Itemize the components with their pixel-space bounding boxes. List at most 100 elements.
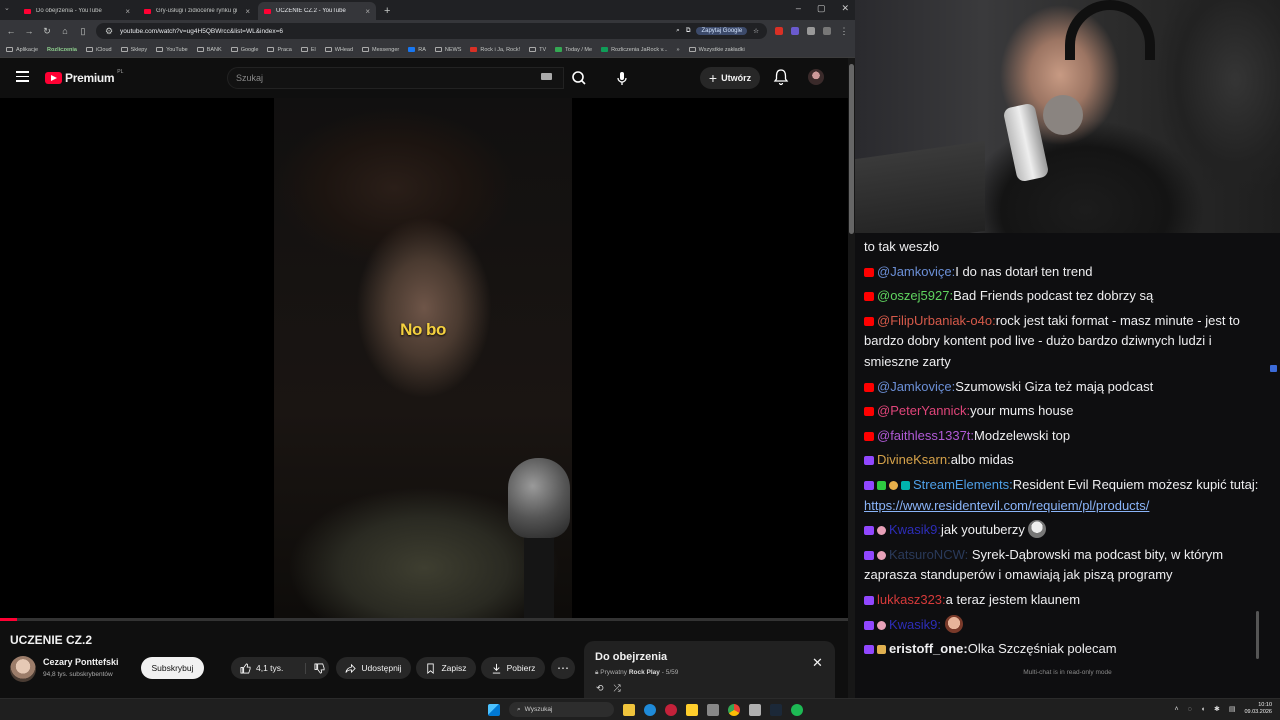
minimize-icon[interactable]: – xyxy=(796,3,801,14)
save-button[interactable]: Zapisz xyxy=(416,657,476,679)
bookmark-rock[interactable]: Rock i Ja, Rock! xyxy=(470,47,520,53)
bookmark-folder[interactable]: Sklepy xyxy=(120,47,147,53)
chat-marker-icon xyxy=(1270,365,1277,372)
tab-close-icon[interactable]: × xyxy=(125,7,130,16)
clock[interactable]: 10:10 09.03.2026 xyxy=(1244,702,1272,716)
menu-kebab-icon[interactable]: ⋮ xyxy=(839,26,849,37)
bookmark-ra[interactable]: RA xyxy=(408,47,426,53)
maximize-icon[interactable]: ▢ xyxy=(817,3,826,14)
extensions-puzzle-icon[interactable] xyxy=(807,27,815,35)
folder-icon xyxy=(300,47,308,52)
create-button[interactable]: + Utwórz xyxy=(700,67,760,89)
home-icon[interactable]: ⌂ xyxy=(60,26,70,36)
bookmark-rozliczenia[interactable]: Rozliczenia xyxy=(47,47,77,53)
tab-do-obejrzenia[interactable]: Do obejrzenia - YouTube × xyxy=(18,2,136,20)
chat-link[interactable]: https://www.residentevil.com/requiem/pl/… xyxy=(864,498,1149,513)
taskbar-search[interactable]: ⌕ Wyszukaj xyxy=(509,702,614,717)
bookmark-apps[interactable]: Aplikacje xyxy=(6,47,38,53)
tab-uczenie-cz2[interactable]: UCZENIE CZ.2 - YouTube × xyxy=(258,2,376,20)
chrome-icon[interactable] xyxy=(728,703,740,716)
youtube-premium-logo[interactable]: Premium PL xyxy=(45,69,123,85)
bookmark-folder[interactable]: Google xyxy=(230,47,258,53)
bookmark-folder[interactable]: YouTube xyxy=(156,47,188,53)
windows-start-icon[interactable] xyxy=(488,703,500,716)
loop-icon[interactable]: ⟲ xyxy=(596,683,604,694)
edge-icon[interactable] xyxy=(644,703,656,716)
bookmark-folder[interactable]: iCloud xyxy=(85,47,112,53)
notifications-button[interactable] xyxy=(773,68,789,86)
new-tab-button[interactable]: + xyxy=(384,2,390,20)
cast-icon[interactable]: ⧉ xyxy=(686,27,691,35)
zoom-icon[interactable]: ⌕ xyxy=(676,27,680,35)
hamburger-menu-icon[interactable] xyxy=(16,71,29,82)
twitch-icon xyxy=(864,595,874,605)
account-avatar[interactable] xyxy=(808,69,824,85)
forward-icon[interactable]: → xyxy=(24,26,34,36)
like-button[interactable]: 4,1 tys. xyxy=(240,663,283,674)
bookmark-folder[interactable]: El xyxy=(300,47,316,53)
bookmark-folder[interactable]: Messenger xyxy=(362,47,399,53)
dislike-button[interactable] xyxy=(305,662,325,674)
extension-icon[interactable] xyxy=(791,27,799,35)
steam-icon[interactable] xyxy=(770,703,782,716)
bookmark-today[interactable]: Today / Me xyxy=(555,47,592,53)
bookmark-all[interactable]: Wszystkie zakładki xyxy=(688,47,745,53)
playlist-title[interactable]: Do obejrzenia xyxy=(595,651,667,663)
chat-message: Kwasik9: xyxy=(864,614,1259,636)
profile-icon[interactable] xyxy=(823,27,831,35)
keyboard-icon[interactable] xyxy=(541,73,552,80)
bookmark-folder[interactable]: Praca xyxy=(267,47,292,53)
video-player[interactable]: No bo xyxy=(0,98,848,620)
bookmark-rozliczenia-jarock[interactable]: Rozliczenia JaRock v... xyxy=(601,47,668,53)
more-actions-button[interactable]: ⋯ xyxy=(551,657,575,679)
tab-close-icon[interactable]: × xyxy=(365,7,370,16)
progress-bar[interactable] xyxy=(0,618,848,621)
search-input[interactable]: Szukaj xyxy=(227,67,564,89)
extension-icon[interactable] xyxy=(775,27,783,35)
bookmark-folder[interactable]: BANK xyxy=(196,47,222,53)
share-button[interactable]: Udostępnij xyxy=(336,657,411,679)
video-frame[interactable]: No bo xyxy=(274,98,572,618)
close-window-icon[interactable]: ✕ xyxy=(841,3,849,14)
channel-name[interactable]: Cezary Ponttefski xyxy=(43,657,119,667)
browser-window: ⌄ Do obejrzenia - YouTube × Gry-usługi i… xyxy=(0,0,855,698)
playlist-owner[interactable]: Rock Play xyxy=(629,669,660,676)
download-button[interactable]: Pobierz xyxy=(481,657,545,679)
subscribe-button[interactable]: Subskrybuj xyxy=(141,657,204,679)
close-icon[interactable]: ✕ xyxy=(812,655,823,671)
voice-search-button[interactable] xyxy=(612,68,632,88)
site-info-icon[interactable]: ⚙ xyxy=(104,26,114,37)
url-text[interactable]: youtube.com/watch?v=ug4H5QBWrcc&list=WL&… xyxy=(120,28,670,35)
address-bar[interactable]: ⚙ youtube.com/watch?v=ug4H5QBWrcc&list=W… xyxy=(96,23,767,39)
sidebar-icon[interactable]: ▯ xyxy=(78,26,88,37)
page-scrollbar[interactable] xyxy=(848,58,855,698)
tab-gry-uslugi[interactable]: Gry-usługi i zidiocenie rynku gi × xyxy=(138,2,256,20)
bookmark-star-icon[interactable]: ☆ xyxy=(753,27,759,35)
bookmark-folder[interactable]: NEWS xyxy=(434,47,461,53)
channel-avatar[interactable] xyxy=(10,656,36,682)
volume-icon[interactable]: ◖ xyxy=(1201,706,1205,713)
app-icon[interactable] xyxy=(749,703,761,716)
more-bookmarks-icon[interactable]: » xyxy=(677,47,680,53)
bookmark-folder[interactable]: WHead xyxy=(324,47,353,53)
tab-search-icon[interactable]: ⌄ xyxy=(4,4,10,12)
opera-icon[interactable] xyxy=(665,703,677,716)
tab-close-icon[interactable]: × xyxy=(245,7,250,16)
network-icon[interactable]: ◌ xyxy=(1188,706,1192,713)
notes-icon[interactable] xyxy=(686,703,698,716)
bookmark-folder[interactable]: TV xyxy=(529,47,546,53)
more-horizontal-icon: ⋯ xyxy=(557,661,569,675)
shuffle-icon[interactable]: ⤮ xyxy=(614,683,621,694)
reload-icon[interactable]: ↻ xyxy=(42,26,52,37)
tray-expand-icon[interactable]: ˄ xyxy=(1174,706,1178,713)
spotify-icon[interactable] xyxy=(791,703,803,716)
scrollbar-thumb[interactable] xyxy=(849,64,854,234)
search-button[interactable] xyxy=(566,67,592,89)
chat-scrollbar[interactable] xyxy=(1256,611,1259,659)
back-icon[interactable]: ← xyxy=(6,26,16,36)
file-explorer-icon[interactable] xyxy=(623,703,635,716)
bluetooth-icon[interactable]: ✱ xyxy=(1214,705,1220,713)
google-ask-button[interactable]: Zapytaj Google xyxy=(696,27,748,35)
language-icon[interactable]: ▤ xyxy=(1229,705,1236,713)
archive-icon[interactable] xyxy=(707,703,719,716)
